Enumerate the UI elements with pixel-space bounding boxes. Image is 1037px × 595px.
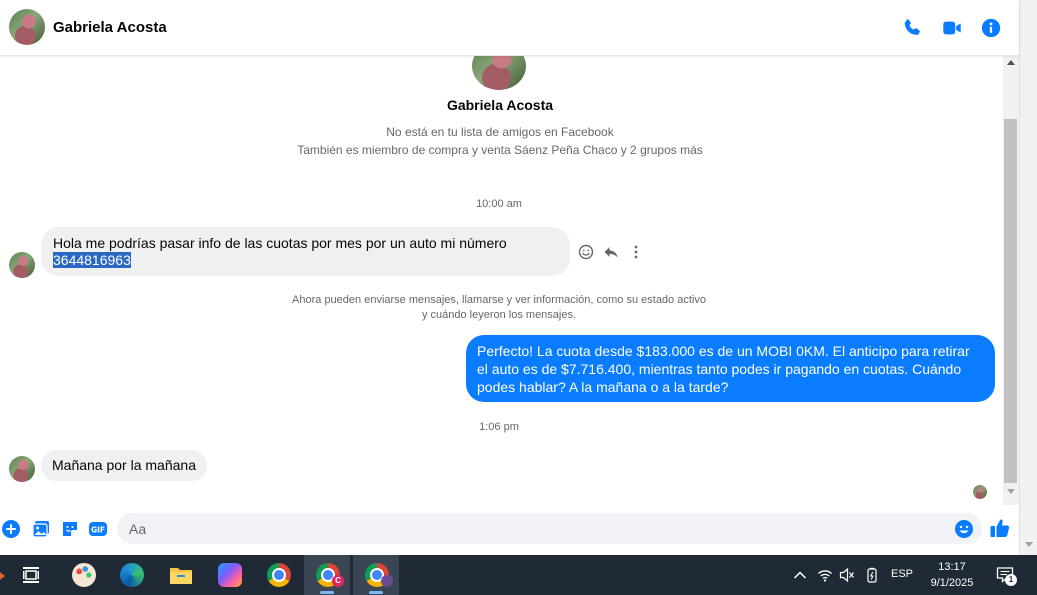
incoming-message[interactable]: Mañana por la mañana bbox=[41, 450, 207, 481]
taskbar-app-copilot[interactable] bbox=[206, 555, 252, 595]
message-text: Hola me podrías pasar info de las cuotas… bbox=[53, 235, 507, 251]
edge-browser-icon bbox=[120, 563, 144, 587]
message-timestamp: 10:00 am bbox=[476, 198, 522, 210]
start-edge-marker bbox=[0, 572, 5, 580]
notice-line-1: Ahora pueden enviarse mensajes, llamarse… bbox=[292, 294, 706, 306]
image-icon[interactable] bbox=[31, 519, 51, 539]
scrollbar-thumb[interactable] bbox=[1004, 119, 1017, 483]
folder-icon bbox=[169, 564, 193, 591]
phone-icon[interactable] bbox=[901, 17, 923, 39]
sender-avatar[interactable] bbox=[9, 252, 35, 278]
taskview-button[interactable] bbox=[8, 555, 54, 595]
reply-icon[interactable] bbox=[603, 244, 619, 260]
profile-avatar-badge-icon bbox=[381, 575, 393, 587]
clock-time: 13:17 bbox=[938, 561, 966, 573]
chrome-icon bbox=[267, 563, 291, 587]
message-input[interactable] bbox=[117, 513, 982, 544]
taskbar-app-file-explorer[interactable] bbox=[157, 555, 203, 595]
scroll-up-arrow-icon[interactable] bbox=[1007, 60, 1015, 65]
taskbar-app-chrome-profile-c[interactable]: C bbox=[304, 555, 350, 595]
outgoing-message[interactable]: Perfecto! La cuota desde $183.000 es de … bbox=[466, 335, 995, 402]
windows-taskbar: C ESP 13:17 9/1/2025 1 bbox=[0, 555, 1037, 595]
volume-muted-icon[interactable] bbox=[839, 567, 855, 583]
video-call-icon[interactable] bbox=[941, 17, 963, 39]
notification-center-icon[interactable]: 1 bbox=[996, 566, 1017, 586]
seen-receipt-avatar bbox=[973, 485, 987, 499]
privacy-notice: Ahora pueden enviarse mensajes, llamarse… bbox=[0, 293, 998, 323]
clock-date: 9/1/2025 bbox=[930, 577, 974, 589]
thumbs-up-icon[interactable] bbox=[989, 517, 1011, 539]
battery-icon[interactable] bbox=[864, 567, 880, 583]
shared-groups: También es miembro de compra y venta Sáe… bbox=[297, 143, 703, 157]
friendship-status: No está en tu lista de amigos en Faceboo… bbox=[386, 125, 614, 139]
messenger-window: Gabriela Acosta Gabriela Acosta No está … bbox=[0, 0, 1037, 595]
wifi-icon[interactable] bbox=[817, 567, 833, 583]
thread-scrollbar[interactable] bbox=[1003, 56, 1019, 505]
task-view-icon bbox=[22, 566, 40, 589]
gif-icon[interactable]: GIF bbox=[88, 519, 108, 539]
chat-header: Gabriela Acosta bbox=[0, 0, 1019, 56]
message-composer: GIF bbox=[0, 505, 1019, 555]
copilot-icon bbox=[218, 563, 242, 587]
notification-count-badge: 1 bbox=[1005, 574, 1017, 586]
profile-badge: C bbox=[332, 575, 344, 587]
sender-avatar[interactable] bbox=[9, 456, 35, 482]
more-options-icon[interactable] bbox=[628, 244, 644, 260]
message-timestamp: 1:06 pm bbox=[479, 421, 519, 433]
info-icon[interactable] bbox=[980, 17, 1002, 39]
profile-avatar[interactable] bbox=[472, 56, 526, 90]
gif-label: GIF bbox=[91, 526, 105, 535]
message-thread[interactable]: Gabriela Acosta No está en tu lista de a… bbox=[0, 56, 1003, 505]
contact-avatar[interactable] bbox=[9, 9, 45, 45]
profile-name: Gabriela Acosta bbox=[446, 97, 554, 113]
contact-name[interactable]: Gabriela Acosta bbox=[53, 19, 167, 36]
system-clock[interactable]: 13:17 9/1/2025 bbox=[922, 559, 982, 591]
sticker-icon[interactable] bbox=[60, 519, 80, 539]
scroll-down-arrow-icon[interactable] bbox=[1025, 542, 1033, 547]
smiley-react-icon[interactable] bbox=[578, 244, 594, 260]
notice-line-2: y cuándo leyeron los mensajes. bbox=[421, 309, 577, 321]
taskbar-app-chrome-profile-2[interactable] bbox=[353, 555, 399, 595]
scroll-down-arrow-icon[interactable] bbox=[1007, 489, 1015, 494]
incoming-message[interactable]: Hola me podrías pasar info de las cuotas… bbox=[41, 227, 570, 276]
taskbar-app-edge[interactable] bbox=[108, 555, 154, 595]
taskbar-app-paint[interactable] bbox=[60, 555, 106, 595]
selected-phone-number: 3644816963 bbox=[53, 252, 131, 268]
emoji-icon[interactable] bbox=[954, 519, 974, 539]
page-scrollbar[interactable] bbox=[1019, 0, 1037, 555]
language-indicator[interactable]: ESP bbox=[891, 568, 913, 580]
paint-palette-icon bbox=[72, 563, 96, 587]
taskbar-app-chrome[interactable] bbox=[255, 555, 301, 595]
plus-icon[interactable] bbox=[1, 519, 21, 539]
chevron-up-icon[interactable] bbox=[792, 567, 808, 583]
